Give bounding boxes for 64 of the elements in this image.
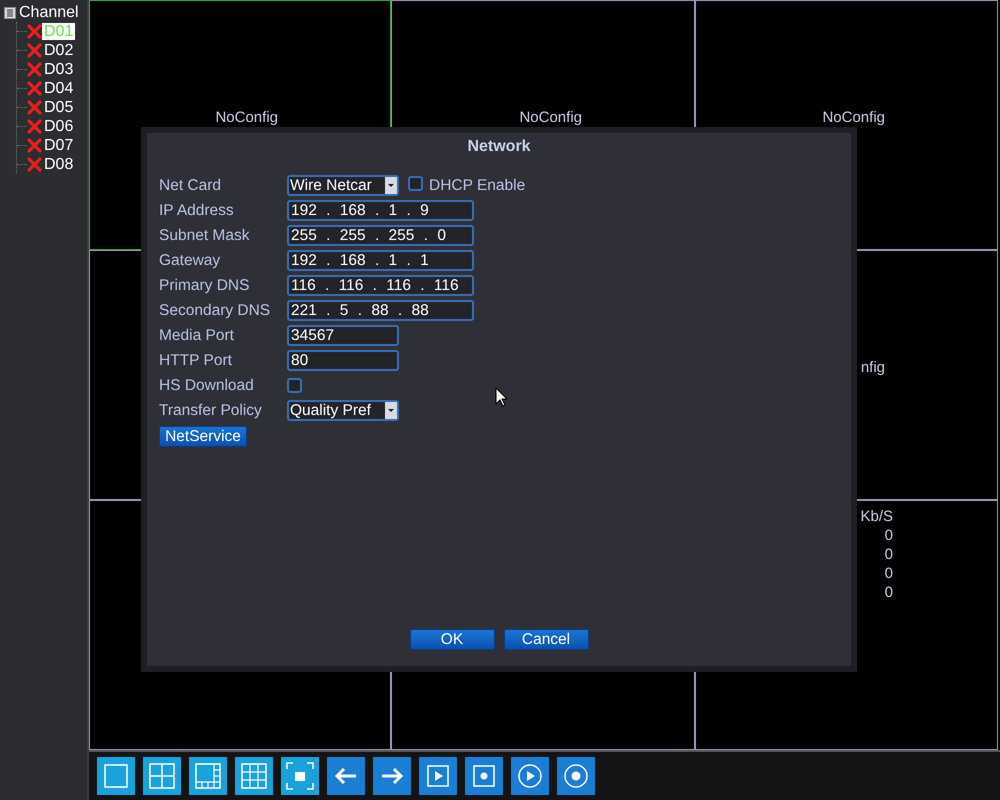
ip-field[interactable]: 255 . 255 . 255 . 0 — [287, 225, 474, 246]
cell-label: nfig — [860, 359, 885, 376]
channel-item[interactable]: D05 — [42, 99, 76, 116]
stats-value: 0 — [884, 545, 893, 564]
input-field[interactable]: 34567 — [287, 325, 399, 346]
x-icon — [27, 24, 42, 39]
stats-value: 0 — [884, 564, 893, 583]
sidebar-title: Channel — [19, 4, 79, 22]
ip-field[interactable]: 192 . 168 . 1 . 9 — [287, 200, 474, 221]
cancel-button[interactable]: Cancel — [504, 629, 588, 650]
stats-value: 0 — [884, 526, 893, 545]
toolbar-button[interactable] — [327, 757, 365, 795]
toolbar-button[interactable] — [143, 757, 181, 795]
x-icon — [27, 138, 42, 153]
field-label: HTTP Port — [159, 352, 233, 370]
ok-button[interactable]: OK — [410, 629, 494, 650]
channel-item[interactable]: D03 — [42, 61, 76, 78]
field-label: Subnet Mask — [159, 226, 250, 244]
channel-item[interactable]: D06 — [42, 118, 76, 135]
list-icon — [4, 7, 16, 19]
cell-label: NoConfig — [519, 109, 582, 126]
field-label: Transfer Policy — [159, 402, 263, 420]
toolbar-button[interactable] — [419, 757, 457, 795]
toolbar-button[interactable] — [281, 757, 319, 795]
channel-item[interactable]: D02 — [42, 42, 76, 59]
checkbox[interactable] — [408, 176, 423, 191]
field-label: HS Download — [159, 376, 255, 394]
toolbar-button[interactable] — [235, 757, 273, 795]
x-icon — [27, 62, 42, 77]
channel-item[interactable]: D07 — [42, 137, 76, 154]
dropdown[interactable]: Wire Netcar — [287, 175, 399, 196]
checkbox-label: DHCP Enable — [429, 176, 526, 194]
x-icon — [27, 43, 42, 58]
channel-item[interactable]: D04 — [42, 80, 76, 97]
toolbar-button[interactable] — [465, 757, 503, 795]
field-label: Secondary DNS — [159, 302, 272, 320]
dropdown[interactable]: Quality Pref — [287, 400, 399, 421]
toolbar-button[interactable] — [189, 757, 227, 795]
ip-field[interactable]: 116 . 116 . 116 . 116 — [287, 275, 474, 296]
cursor-icon — [495, 387, 507, 407]
input-field[interactable]: 80 — [287, 350, 399, 371]
field-label: Gateway — [159, 252, 222, 270]
checkbox[interactable] — [287, 378, 302, 393]
field-label: Primary DNS — [159, 276, 250, 294]
toolbar-button[interactable] — [373, 757, 411, 795]
dialog-title: Network — [466, 137, 532, 157]
field-label: Net Card — [159, 176, 222, 194]
ip-field[interactable]: 221 . 5 . 88 . 88 — [287, 300, 474, 321]
stats-value: 0 — [884, 583, 893, 602]
netservice-button[interactable]: NetService — [159, 426, 247, 447]
field-label: Media Port — [159, 326, 235, 344]
stats-header: Kb/S — [860, 507, 893, 526]
channel-item[interactable]: D08 — [42, 156, 76, 173]
x-icon — [27, 157, 42, 172]
cell-label: NoConfig — [215, 109, 278, 126]
ip-field[interactable]: 192 . 168 . 1 . 1 — [287, 250, 474, 271]
toolbar-button[interactable] — [557, 757, 595, 795]
toolbar-button[interactable] — [511, 757, 549, 795]
x-icon — [27, 100, 42, 115]
cell-label: NoConfig — [822, 109, 885, 126]
x-icon — [27, 81, 42, 96]
field-label: IP Address — [159, 202, 235, 220]
x-icon — [27, 119, 42, 134]
toolbar-button[interactable] — [97, 757, 135, 795]
